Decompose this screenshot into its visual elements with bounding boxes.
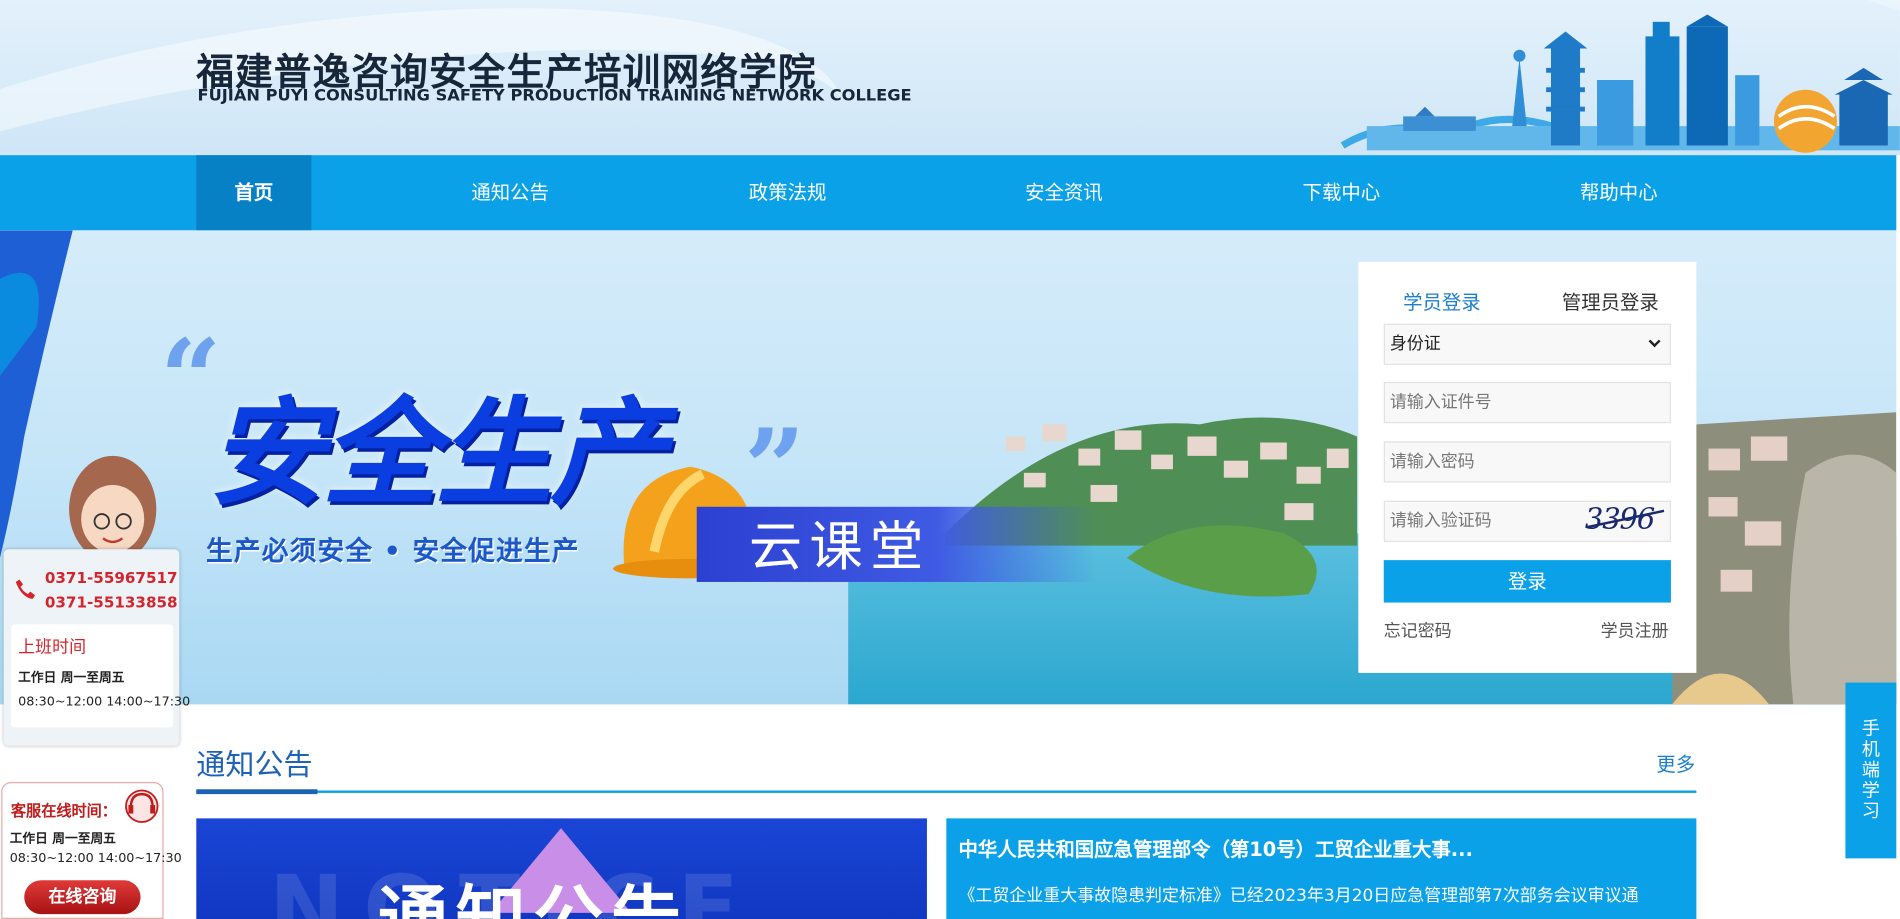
office-hours: 上班时间 工作日 周一至周五 08:30~12:00 14:00~17:30 bbox=[10, 624, 190, 728]
mobile-tab-char: 习 bbox=[1861, 800, 1880, 823]
tab-student-login[interactable]: 学员登录 bbox=[1403, 286, 1481, 315]
service-title: 客服在线时间： bbox=[10, 801, 117, 820]
nav-item-downloads[interactable]: 下载中心 bbox=[1281, 155, 1402, 230]
captcha-image[interactable]: 3396 bbox=[1585, 502, 1665, 536]
online-service-card: 客服在线时间： 工作日 周一至周五 08:30~12:00 14:00~17:3… bbox=[1, 781, 182, 919]
office-hours-time: 08:30~12:00 14:00~17:30 bbox=[18, 694, 191, 710]
forgot-password-link[interactable]: 忘记密码 bbox=[1384, 618, 1452, 642]
mobile-learning-tab[interactable]: 手 机 端 学 习 bbox=[1845, 682, 1897, 859]
page: 福建普逸咨询安全生产培训网络学院 FUJIAN PUYI CONSULTING … bbox=[0, 0, 1900, 919]
mobile-tab-char: 端 bbox=[1861, 758, 1880, 781]
mobile-tab-char: 手 bbox=[1861, 717, 1880, 740]
register-link[interactable]: 学员注册 bbox=[1601, 618, 1669, 642]
login-panel: 学员登录 管理员登录 身份证 请输入证件号 请输入密码 请输入验证码 3396 … bbox=[1358, 261, 1697, 673]
notice-image[interactable]: NOTICE 通知公告 bbox=[196, 818, 927, 919]
nav-item-policies[interactable]: 政策法规 bbox=[727, 155, 848, 230]
headset-icon bbox=[125, 789, 159, 823]
site-subtitle: FUJIAN PUYI CONSULTING SAFETY PRODUCTION… bbox=[197, 87, 912, 106]
stage: 福建普逸咨询安全生产培训网络学院 FUJIAN PUYI CONSULTING … bbox=[0, 0, 1900, 919]
banner-subtitle: 生产必须安全 • 安全促进生产 bbox=[205, 537, 580, 568]
nav-item-home[interactable]: 首页 bbox=[196, 155, 312, 231]
featured-notice[interactable]: 中华人民共和国应急管理部令（第10号）工贸企业重大事... 《工贸企业重大事故隐… bbox=[946, 818, 1697, 919]
section-divider bbox=[196, 790, 1697, 793]
phone-number-2: 0371-55133858 bbox=[44, 592, 178, 612]
featured-notice-summary: 《工贸企业重大事故隐患判定标准》已经2023年3月20日应急管理部第7次部务会议… bbox=[958, 886, 1639, 906]
section-title-underline bbox=[196, 789, 318, 795]
id-type-select[interactable]: 身份证 bbox=[1383, 323, 1671, 365]
phone-icon bbox=[15, 579, 36, 599]
notice-image-text: 通知公告 bbox=[378, 862, 688, 919]
office-hours-title: 上班时间 bbox=[18, 637, 87, 658]
city-skyline-illustration bbox=[1340, 14, 1900, 153]
banner-title: 安全生产 bbox=[208, 385, 666, 522]
online-consult-button[interactable]: 在线咨询 bbox=[24, 880, 141, 915]
id-type-value: 身份证 bbox=[1383, 323, 1671, 365]
featured-notice-title[interactable]: 中华人民共和国应急管理部令（第10号）工贸企业重大事... bbox=[958, 833, 1472, 862]
nav-item-safety-news[interactable]: 安全资讯 bbox=[1003, 155, 1124, 230]
notice-more-link[interactable]: 更多 bbox=[1656, 748, 1695, 777]
cloud-class-label: 云课堂 bbox=[748, 516, 931, 579]
password-input[interactable]: 请输入密码 bbox=[1383, 441, 1671, 483]
notice-section-title: 通知公告 bbox=[196, 748, 313, 782]
service-hours: 08:30~12:00 14:00~17:30 bbox=[9, 851, 182, 866]
id-number-input[interactable]: 请输入证件号 bbox=[1383, 381, 1671, 424]
nav-item-notices[interactable]: 通知公告 bbox=[450, 155, 571, 230]
mobile-tab-char: 学 bbox=[1861, 779, 1880, 802]
site-header: 福建普逸咨询安全生产培训网络学院 FUJIAN PUYI CONSULTING … bbox=[0, 0, 1900, 156]
login-button[interactable]: 登录 bbox=[1383, 560, 1671, 603]
mobile-tab-char: 机 bbox=[1861, 738, 1880, 761]
office-workday: 工作日 周一至周五 bbox=[18, 670, 125, 686]
nav-item-help[interactable]: 帮助中心 bbox=[1558, 155, 1679, 230]
contact-card: 0371-55967517 0371-55133858 上班时间 工作日 周一至… bbox=[3, 549, 190, 746]
service-workday: 工作日 周一至周五 bbox=[9, 831, 116, 847]
main-nav: 首页 通知公告 政策法规 安全资讯 下载中心 帮助中心 bbox=[0, 155, 1897, 231]
phone-number-1: 0371-55967517 bbox=[44, 568, 178, 587]
tab-admin-login[interactable]: 管理员登录 bbox=[1562, 286, 1659, 315]
